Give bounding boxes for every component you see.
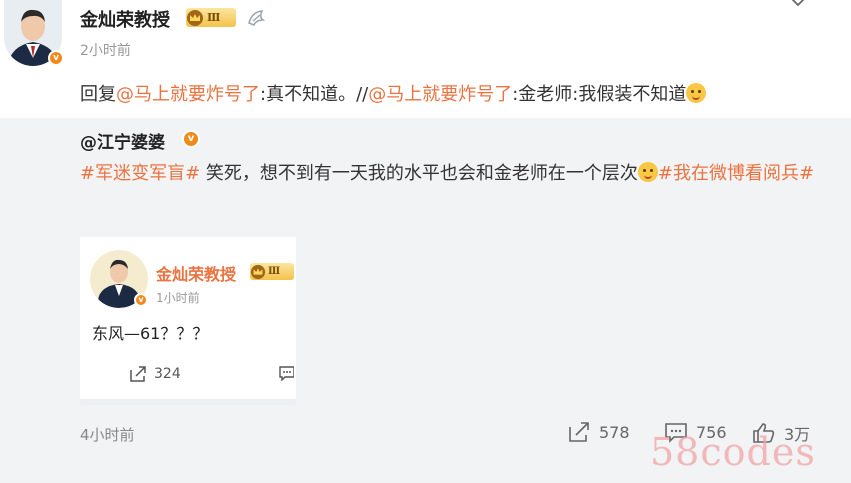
card-share-count: 324 [154, 366, 181, 382]
original-author[interactable]: @江宁婆婆 [80, 128, 165, 153]
verified-badge-icon: v [182, 130, 200, 148]
card-text: 东风—61？？？ [92, 324, 209, 343]
verified-badge-icon: v [134, 293, 148, 307]
mention-link[interactable]: @马上就要炸号了 [116, 84, 260, 105]
repost-button[interactable]: 578 [567, 421, 630, 443]
share-icon [130, 366, 146, 382]
level-badge: Ⅲ [186, 8, 236, 27]
repost-count: 578 [599, 422, 630, 442]
verified-badge-icon: v [48, 50, 64, 66]
reply-text: 回复@马上就要炸号了:真不知道。//@马上就要炸号了:金老师:我假装不知道 [80, 80, 707, 106]
original-post-text: #军迷变军盲# 笑死，想不到有一天我的水平也会和金老师在一个层次 #我在微博看阅兵… [80, 160, 820, 188]
mention-link[interactable]: @马上就要炸号了 [368, 84, 512, 105]
reply-segment: :金老师:我假装不知道 [512, 84, 687, 105]
watermark: 58codes [650, 430, 816, 474]
chevron-down-icon[interactable] [789, 0, 807, 10]
hashtag-link[interactable]: #军迷变军盲# [80, 163, 200, 184]
fan-club-icon[interactable] [246, 8, 268, 28]
repost-icon [569, 422, 589, 442]
reply-segment: :真不知道。// [260, 84, 369, 105]
card-time: 1小时前 [156, 291, 200, 305]
crown-icon [250, 264, 266, 279]
card-level-badge: Ⅲ [250, 263, 294, 280]
embedded-image-card[interactable]: v 金灿荣教授 Ⅲ 1小时前 东风—61？？？ 324 [80, 237, 296, 405]
post-time[interactable]: 2小时前 [80, 40, 131, 60]
card-share: 324 [128, 365, 181, 383]
original-text: 笑死，想不到有一天我的水平也会和金老师在一个层次 [200, 163, 638, 184]
reply-prefix: 回复 [80, 84, 116, 105]
doge-emoji-icon [686, 83, 707, 103]
hashtag-link[interactable]: #我在微博看阅兵# [658, 163, 814, 184]
repost-time[interactable]: 4小时前 [80, 424, 135, 445]
laugh-emoji-icon [637, 162, 658, 182]
card-footer-strip [80, 399, 296, 405]
comment-icon [279, 366, 294, 381]
author-name[interactable]: 金灿荣教授 [80, 6, 170, 32]
card-author-name: 金灿荣教授 [156, 265, 237, 284]
crown-icon [187, 9, 203, 26]
